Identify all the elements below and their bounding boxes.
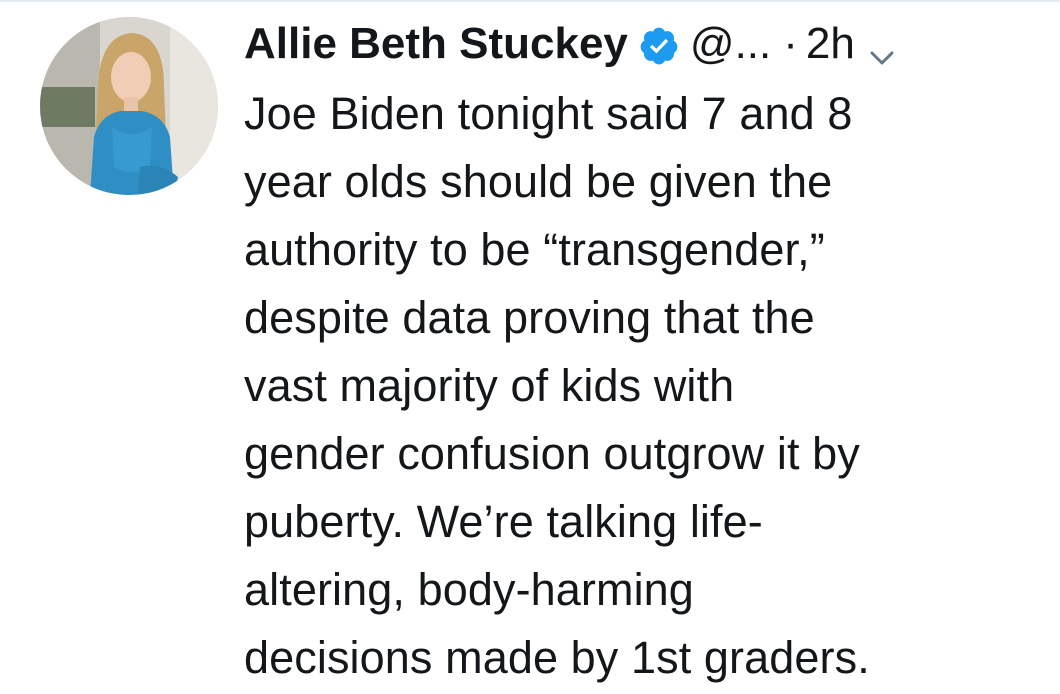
- tweet[interactable]: Allie Beth Stuckey @... · 2h Joe Biden t…: [0, 0, 1060, 694]
- separator: ·: [783, 19, 798, 68]
- handle[interactable]: @...: [690, 14, 771, 74]
- chevron-down-icon[interactable]: [867, 29, 897, 65]
- avatar[interactable]: [40, 17, 218, 195]
- display-name[interactable]: Allie Beth Stuckey: [244, 14, 628, 74]
- divider: [0, 0, 1060, 2]
- tweet-text: Joe Biden tonight said 7 and 8 year olds…: [244, 88, 870, 683]
- timestamp[interactable]: 2h: [806, 14, 855, 74]
- profile-photo: [40, 17, 218, 195]
- verified-badge-icon: [638, 23, 680, 65]
- tweet-header: Allie Beth Stuckey @... · 2h: [244, 14, 897, 74]
